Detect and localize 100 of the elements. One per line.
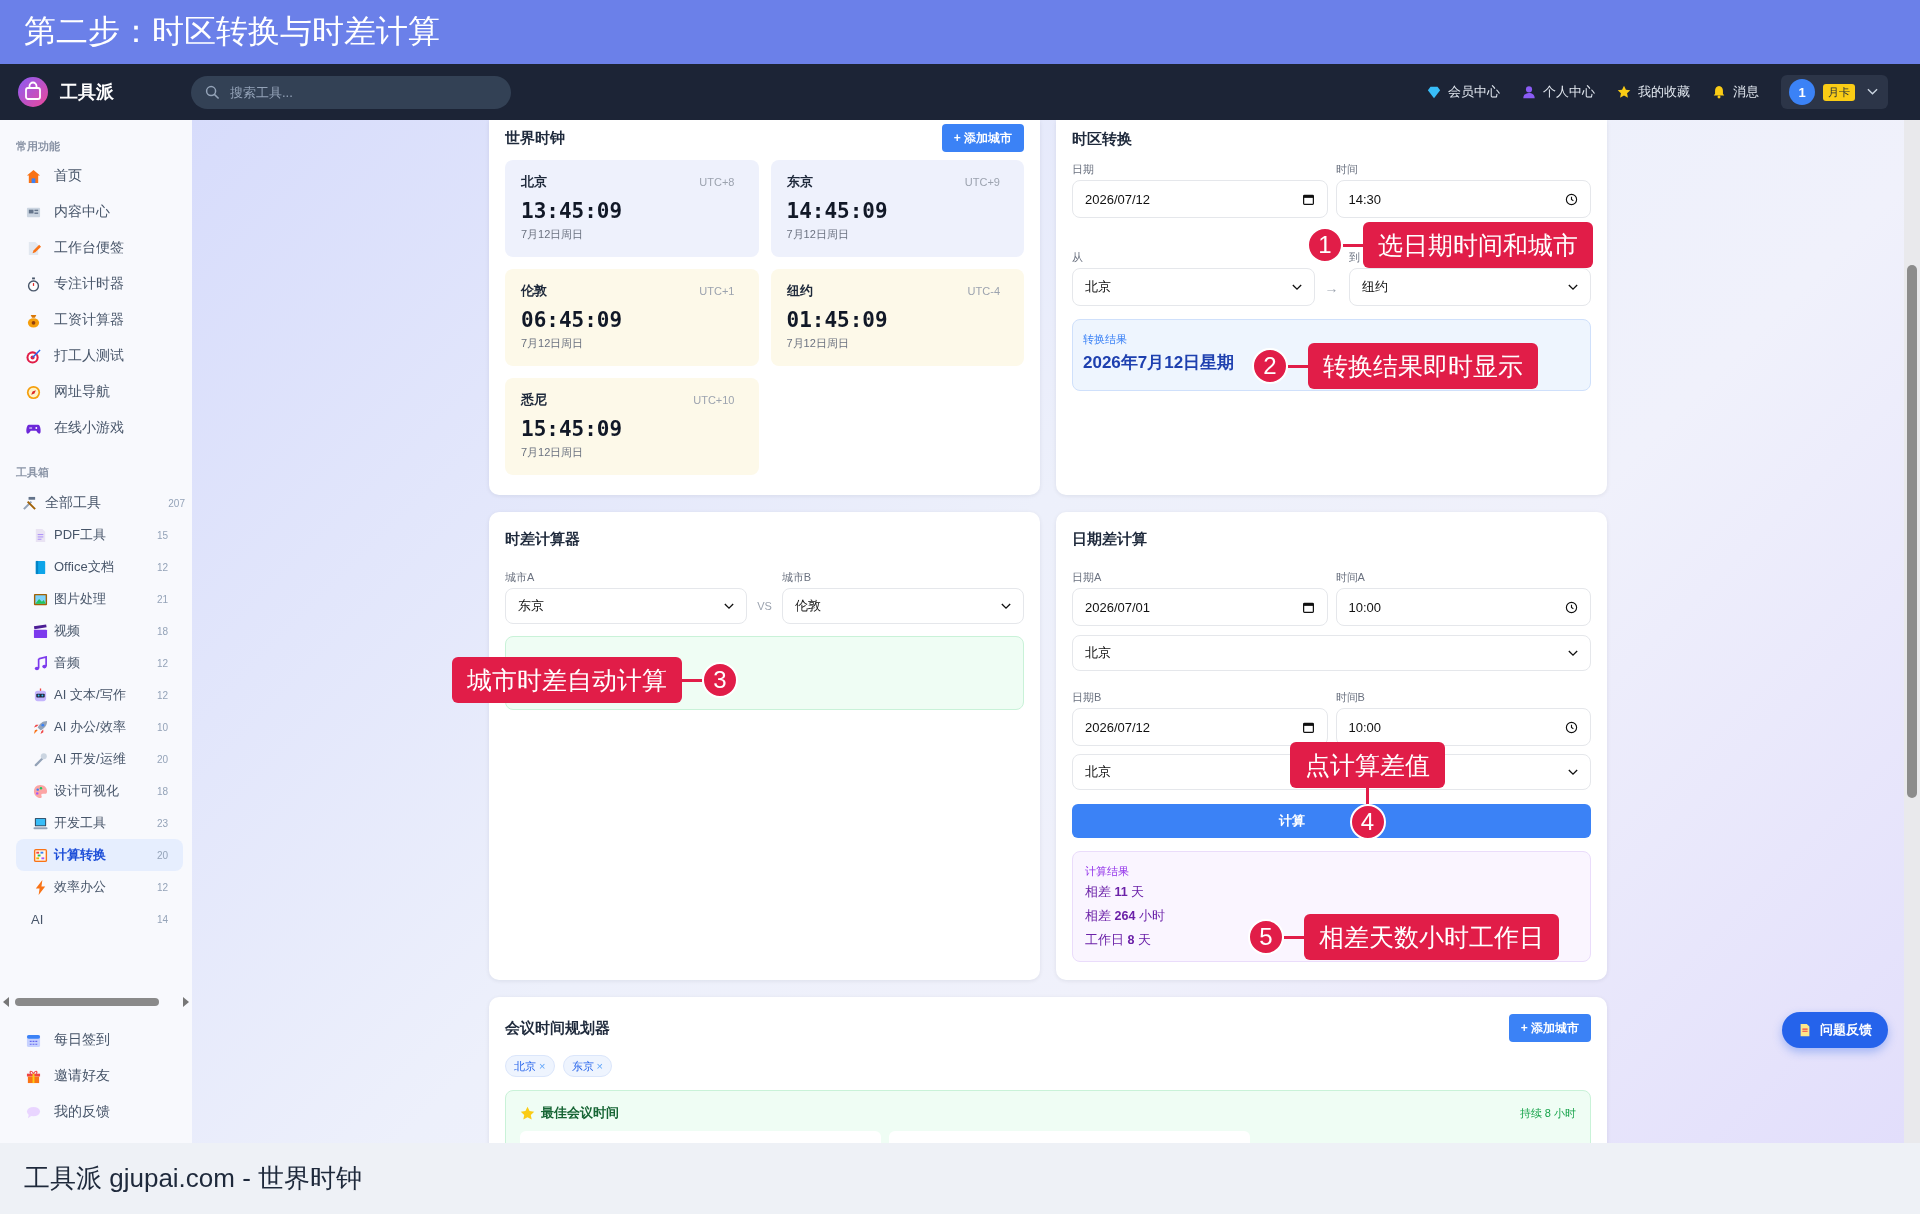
date-field[interactable]: 2026/07/12: [1072, 180, 1328, 218]
date-field[interactable]: 2026/07/12: [1072, 708, 1328, 746]
result-label: 转换结果: [1083, 332, 1127, 347]
clock-date: 7月12日周日: [521, 227, 585, 242]
result-line: 工作日 8 天: [1085, 932, 1151, 949]
sidebar-item[interactable]: Office文档 12: [16, 551, 183, 583]
leader-line: [1288, 364, 1308, 368]
calendar-icon: [26, 1032, 41, 1048]
nav-link[interactable]: 我的收藏: [1617, 83, 1690, 101]
card-title: 会议时间规划器: [505, 1018, 610, 1038]
music-note-icon: [33, 655, 48, 671]
utc-offset: UTC+8: [699, 176, 735, 188]
callout-label: 相差天数小时工作日: [1304, 914, 1559, 960]
abacus-icon: [33, 847, 48, 863]
sidebar-item[interactable]: 打工人测试: [0, 338, 192, 374]
time-field[interactable]: 14:30: [1335, 180, 1591, 218]
city-select[interactable]: 伦敦: [781, 588, 1024, 624]
add-city-button[interactable]: + 添加城市: [1508, 1014, 1591, 1042]
city-select[interactable]: 纽约: [1348, 268, 1591, 306]
card-title: 日期差计算: [1072, 529, 1147, 549]
nav-link[interactable]: 消息: [1712, 83, 1759, 101]
clock-icon: [1565, 192, 1578, 206]
field-label: 时间: [1335, 162, 1358, 176]
field-label: 时间B: [1335, 690, 1365, 704]
nav-link[interactable]: 个人中心: [1522, 83, 1595, 101]
sidebar-item[interactable]: 开发工具 23: [16, 807, 183, 839]
sidebar-item[interactable]: 全部工具 207: [0, 487, 192, 519]
sidebar-item[interactable]: AI 14: [16, 903, 183, 935]
field-label: 从: [1072, 250, 1083, 264]
sidebar-item[interactable]: 音频 12: [16, 647, 183, 679]
sidebar-item[interactable]: 效率办公 12: [16, 871, 183, 903]
sidebar-item[interactable]: 计算转换 20: [16, 839, 183, 871]
field-label: 日期A: [1072, 570, 1102, 584]
date-field[interactable]: 2026/07/01: [1072, 588, 1328, 626]
sidebar-item[interactable]: 邀请好友: [0, 1058, 192, 1094]
clock-date: 7月12日周日: [521, 336, 585, 351]
sidebar-item[interactable]: 工作台便签: [0, 230, 192, 266]
result-value: 2026年7月12日星期: [1083, 352, 1235, 374]
sidebar-item[interactable]: 网址导航: [0, 374, 192, 410]
sidebar-item[interactable]: 在线小游戏: [0, 410, 192, 446]
diamond-icon: [1427, 85, 1441, 99]
city-chip[interactable]: 东京 ×: [562, 1055, 612, 1077]
card-title: 时区转换: [1072, 129, 1132, 149]
chevron-down-icon: [1291, 283, 1302, 291]
chevron-down-icon: [1568, 283, 1578, 291]
logo-icon[interactable]: [18, 77, 48, 107]
city-select[interactable]: 北京: [1072, 635, 1591, 671]
chevron-down-icon: [1001, 602, 1011, 610]
field-label: 到: [1348, 250, 1360, 264]
city-name: 悉尼: [521, 391, 547, 409]
card-title: 时差计算器: [505, 529, 580, 549]
clock-date: 7月12日周日: [521, 445, 585, 460]
vertical-scrollbar[interactable]: [1904, 120, 1920, 1143]
sidebar-item[interactable]: 工资计算器: [0, 302, 192, 338]
feedback-button[interactable]: 问题反馈: [1782, 1012, 1888, 1048]
sidebar-item[interactable]: 内容中心: [0, 194, 192, 230]
city-chip[interactable]: 北京 ×: [505, 1055, 555, 1077]
sidebar-item[interactable]: 图片处理 21: [16, 583, 183, 615]
sidebar-item[interactable]: AI 文本/写作 12: [16, 679, 183, 711]
document-icon: [1798, 1023, 1812, 1037]
sidebar-item[interactable]: AI 开发/运维 20: [16, 743, 183, 775]
logo-text[interactable]: 工具派: [60, 80, 114, 104]
sidebar-item[interactable]: 首页: [0, 158, 192, 194]
calendar-icon: [1301, 720, 1315, 734]
city-select[interactable]: 北京: [1072, 268, 1315, 306]
add-city-button[interactable]: + 添加城市: [941, 124, 1024, 152]
nav-link[interactable]: 会员中心: [1427, 83, 1500, 101]
picture-icon: [33, 591, 48, 607]
section-title: 常用功能: [16, 139, 60, 153]
city-name: 纽约: [786, 282, 813, 300]
duration-text: 持续 8 小时: [1519, 1105, 1576, 1121]
horizontal-scrollbar[interactable]: [3, 995, 189, 1009]
section-title: 工具箱: [16, 465, 49, 479]
house-icon: [26, 168, 41, 184]
tools-icon: [22, 495, 37, 511]
user-menu[interactable]: 1 月卡: [1781, 75, 1888, 109]
sidebar-item[interactable]: 专注计时器: [0, 266, 192, 302]
sidebar-item[interactable]: 设计可视化 18: [16, 775, 183, 807]
money-bag-icon: [26, 312, 41, 328]
city-select[interactable]: 东京: [505, 588, 748, 624]
sidebar-item[interactable]: 视频 18: [16, 615, 183, 647]
sidebar-item[interactable]: 每日签到: [0, 1022, 192, 1058]
time-field[interactable]: 10:00: [1335, 708, 1591, 746]
result-label: 计算结果: [1085, 864, 1129, 879]
time-field[interactable]: 10:00: [1335, 588, 1591, 626]
calendar-icon: [1301, 600, 1315, 614]
wrench-icon: [33, 751, 48, 767]
gift-icon: [26, 1068, 41, 1084]
target-icon: [26, 348, 41, 364]
speech-bubble-icon: [26, 1104, 41, 1120]
person-icon: [1522, 85, 1536, 99]
clock-icon: [1565, 720, 1578, 734]
vs-label: VS: [757, 599, 772, 614]
sidebar-item[interactable]: PDF工具 15: [16, 519, 183, 551]
rocket-icon: [33, 719, 48, 735]
sidebar-item[interactable]: AI 办公/效率 10: [16, 711, 183, 743]
search-field[interactable]: 搜索工具...: [191, 75, 511, 109]
sidebar-item[interactable]: 我的反馈: [0, 1094, 192, 1130]
field-label: 时间A: [1335, 570, 1365, 584]
callout-label: 城市时差自动计算: [452, 657, 682, 703]
